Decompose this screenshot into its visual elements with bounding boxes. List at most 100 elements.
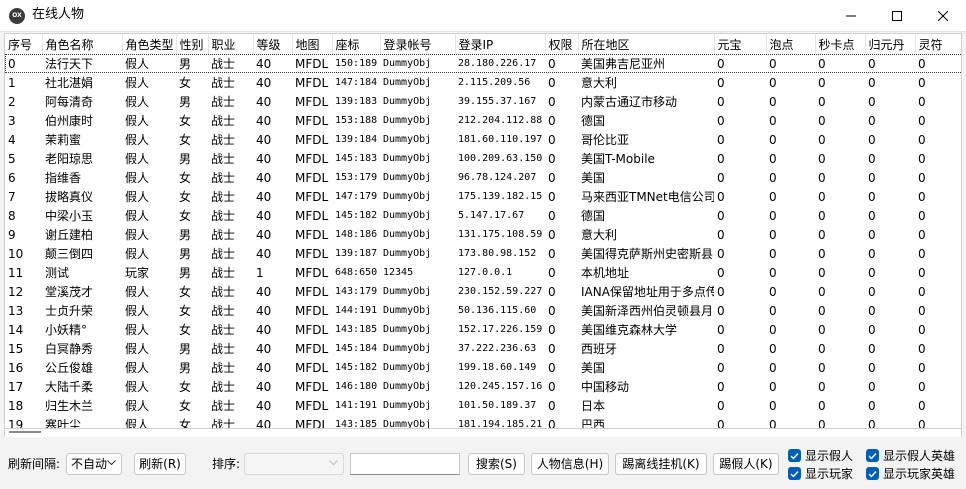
cell-guiyuan: 0 [868,265,876,280]
column-header-class[interactable]: 职业 [208,34,254,54]
column-header-map[interactable]: 地图 [292,34,333,54]
cell-account: DummyObj [383,343,432,354]
table-row[interactable]: 12 堂溪茂才 假人 女 战士 40 MFDL 143:179 DummyObj 230.152.… [5,282,961,301]
minimize-button[interactable] [828,0,874,32]
cell-paodian: 0 [769,379,777,394]
show-player-hero-checkbox[interactable]: 显示玩家英雄 [866,465,955,482]
cell-index: 12 [8,284,24,299]
close-button[interactable] [920,0,966,32]
table-row[interactable]: 18 归生木兰 假人 女 战士 40 MFDL 141:191 DummyObj 101.50.1… [5,396,961,415]
table-row[interactable]: 16 公丘俊雄 假人 男 战士 40 MFDL 145:182 DummyObj 199.18.6… [5,358,961,377]
table-row[interactable]: 17 大陆千柔 假人 女 战士 40 MFDL 146:180 DummyObj 120.245.… [5,377,961,396]
character-info-button[interactable]: 人物信息(H) [531,453,609,475]
cell-paodian: 0 [769,113,777,128]
cell-name: 测试 [45,266,70,280]
table-row[interactable]: 2 阿每清奇 假人 男 战士 40 MFDL 139:183 DummyObj 39.155.37… [5,92,961,111]
column-header-account[interactable]: 登录帐号 [380,34,456,54]
cell-coords: 153:179 [335,172,378,183]
cell-index: 10 [8,246,24,261]
checkbox-checked-icon [788,449,801,462]
column-header-permission[interactable]: 权限 [545,34,579,54]
kick-offline-afk-button[interactable]: 踢离线挂机(K) [615,453,707,475]
show-player-checkbox[interactable]: 显示玩家 [788,465,853,482]
kick-fake-button[interactable]: 踢假人(K) [713,453,779,475]
column-header-index[interactable]: 序号 [5,34,43,54]
cell-index: 4 [8,132,16,147]
cell-coords: 150:189 [335,58,378,69]
cell-coords: 145:183 [335,153,378,164]
cell-lingfu: 0 [918,322,926,337]
show-fake-checkbox[interactable]: 显示假人 [788,447,853,464]
refresh-button[interactable]: 刷新(R) [134,453,186,475]
sort-select[interactable] [244,453,344,475]
cell-map: MFDL [295,132,329,147]
scrollbar-thumb[interactable] [9,431,41,433]
table-row[interactable]: 3 伯州康时 假人 女 战士 40 MFDL 153:188 DummyObj 212.204.1… [5,111,961,130]
cell-account: DummyObj [383,172,432,183]
column-header-login-ip[interactable]: 登录IP [455,34,546,54]
cell-login-ip: 175.139.182.15 [458,191,543,202]
table-row[interactable]: 7 拔略真仪 假人 女 战士 40 MFDL 147:179 DummyObj 175.139.1… [5,187,961,206]
column-header-paodian[interactable]: 泡点 [766,34,816,54]
search-button[interactable]: 搜索(S) [468,453,525,475]
show-fake-label: 显示假人 [805,449,854,463]
table-row[interactable]: 0 法行天下 假人 男 战士 40 MFDL 150:189 DummyObj 28.180.22… [5,54,961,73]
online-characters-grid[interactable]: 序号 角色名称 角色类型 性别 职业 等级 地图 座标 登录帐号 登录IP 权限 所在地区 元宝 泡点 秒卡… [4,33,962,429]
cell-permission: 0 [548,379,556,394]
refresh-interval-select[interactable]: 不自动 [66,453,122,475]
cell-account: DummyObj [383,324,432,335]
cell-lingfu: 0 [918,208,926,223]
maximize-button[interactable] [874,0,920,32]
cell-map: MFDL [295,227,329,242]
column-header-yuanbao[interactable]: 元宝 [714,34,767,54]
cell-name: 中梁小玉 [45,209,94,223]
show-fake-hero-checkbox[interactable]: 显示假人英雄 [866,447,955,464]
cell-login-ip: 173.80.98.152 [458,248,537,259]
column-header-lingfu[interactable]: 灵符 [915,34,961,54]
table-row[interactable]: 19 寒叶尘 假人 女 战士 40 MFDL 143:185 DummyObj 181.194.1… [5,415,961,429]
cell-level: 1 [256,265,264,280]
cell-map: MFDL [295,322,329,337]
horizontal-scrollbar[interactable] [4,429,962,437]
column-header-gender[interactable]: 性别 [176,34,209,54]
cell-region: IANA保留地址用于多点传 [581,285,714,299]
column-header-region[interactable]: 所在地区 [578,34,715,54]
table-row[interactable]: 5 老阳琼思 假人 男 战士 40 MFDL 145:183 DummyObj 100.209.6… [5,149,961,168]
checkbox-checked-icon [866,467,879,480]
cell-region: 德国 [581,114,606,128]
table-row[interactable]: 8 中梁小玉 假人 女 战士 40 MFDL 145:182 DummyObj 5.147.17.… [5,206,961,225]
table-row[interactable]: 6 指维香 假人 女 战士 40 MFDL 153:179 DummyObj 96.78.124.… [5,168,961,187]
column-header-miaoka[interactable]: 秒卡点 [815,34,866,54]
cell-guiyuan: 0 [868,379,876,394]
cell-permission: 0 [548,56,556,71]
search-input[interactable] [350,453,460,475]
table-row[interactable]: 13 士贞升荣 假人 女 战士 40 MFDL 144:191 DummyObj 50.136.1… [5,301,961,320]
column-header-guiyuan[interactable]: 归元丹 [865,34,916,54]
column-header-coords[interactable]: 座标 [332,34,381,54]
table-row[interactable]: 15 白冥静秀 假人 男 战士 40 MFDL 145:184 DummyObj 37.222.2… [5,339,961,358]
column-header-role-type[interactable]: 角色类型 [122,34,177,54]
column-header-level[interactable]: 等级 [253,34,293,54]
table-row[interactable]: 4 茉莉蜜 假人 女 战士 40 MFDL 139:184 DummyObj 181.60.110… [5,130,961,149]
cell-gender: 女 [179,209,192,223]
cell-coords: 148:186 [335,229,378,240]
table-row[interactable]: 11 测试 玩家 男 战士 1 MFDL 648:650 12345 127.0.0.1 0 本机地址… [5,263,961,282]
cell-region: 西班牙 [581,342,618,356]
table-row[interactable]: 14 小妖精° 假人 女 战士 40 MFDL 143:185 DummyObj 152.17.2… [5,320,961,339]
column-header-name[interactable]: 角色名称 [42,34,123,54]
cell-region: 美国弗吉尼亚州 [581,57,666,71]
cell-miaoka: 0 [818,170,826,185]
table-row[interactable]: 9 谢丘建柏 假人 男 战士 40 MFDL 148:186 DummyObj 131.175.1… [5,225,961,244]
cell-account: DummyObj [383,77,432,88]
show-player-hero-label: 显示玩家英雄 [883,467,956,481]
cell-level: 40 [256,341,272,356]
cell-index: 1 [8,75,16,90]
cell-gender: 男 [179,95,192,109]
cell-yuanbao: 0 [717,398,725,413]
cell-level: 40 [256,189,272,204]
cell-map: MFDL [295,398,329,413]
table-row[interactable]: 1 社北湛娟 假人 女 战士 40 MFDL 147:184 DummyObj 2.115.209… [5,73,961,92]
cell-role-type: 假人 [125,76,150,90]
cell-role-type: 假人 [125,152,150,166]
table-row[interactable]: 10 颠三倒四 假人 男 战士 40 MFDL 139:187 DummyObj 173.80.9… [5,244,961,263]
